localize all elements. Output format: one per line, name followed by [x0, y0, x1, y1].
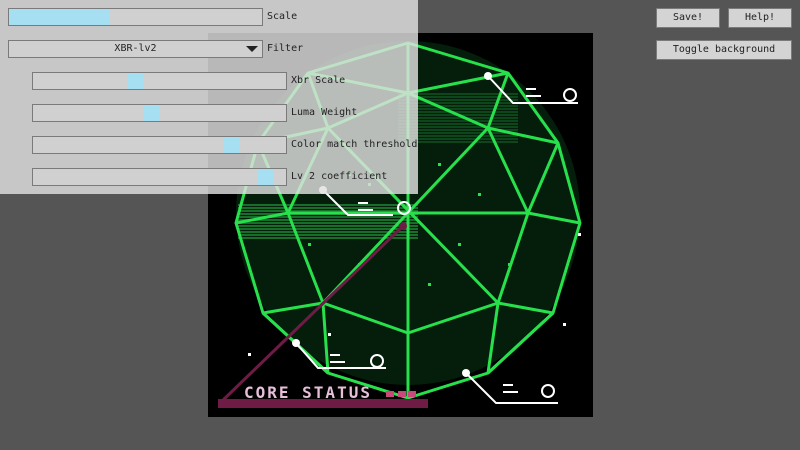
xbr-scale-slider[interactable]: [32, 72, 287, 90]
toggle-background-button[interactable]: Toggle background: [656, 40, 792, 60]
lv2-coefficient-slider[interactable]: [32, 168, 287, 186]
xbr-scale-slider-handle[interactable]: [128, 73, 144, 89]
xbr-scale-label: Xbr Scale: [291, 75, 346, 86]
color-match-threshold-slider-handle[interactable]: [223, 137, 239, 153]
core-status-caption: CORE STATUS: [244, 383, 372, 402]
settings-panel: Scale XBR-lv2 Filter Xbr Scale Luma Weig…: [0, 0, 418, 194]
filter-selected-value: XBR-lv2: [114, 43, 157, 54]
scale-slider-fill: [9, 9, 111, 25]
save-button[interactable]: Save!: [656, 8, 720, 28]
filter-label: Filter: [267, 43, 304, 54]
help-button[interactable]: Help!: [728, 8, 792, 28]
luma-weight-label: Luma Weight: [291, 107, 358, 118]
chevron-down-icon[interactable]: [246, 46, 258, 52]
color-match-threshold-label: Color match threshold: [291, 139, 418, 150]
scale-label: Scale: [267, 11, 298, 22]
filter-dropdown[interactable]: XBR-lv2: [8, 40, 263, 58]
color-match-threshold-slider[interactable]: [32, 136, 287, 154]
luma-weight-slider[interactable]: [32, 104, 287, 122]
scale-slider[interactable]: [8, 8, 263, 26]
lv2-coefficient-slider-handle[interactable]: [258, 169, 274, 185]
luma-weight-slider-handle[interactable]: [144, 105, 160, 121]
lv2-coefficient-label: Lv 2 coefficient: [291, 171, 388, 182]
